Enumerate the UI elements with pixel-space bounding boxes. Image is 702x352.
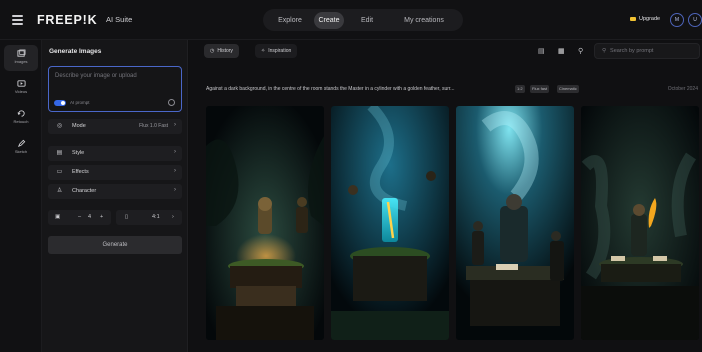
user-avatar[interactable]: U	[688, 13, 702, 27]
generated-image-2-art	[331, 106, 449, 340]
image-count-icon: ▣	[55, 214, 61, 220]
sparkle-icon: ✧	[261, 48, 266, 54]
prompt-text[interactable]: Against a dark background, in the centre…	[206, 86, 454, 92]
ai-prompt-label: AI prompt	[70, 100, 90, 105]
prompt-placeholder: Describe your image or upload	[55, 73, 137, 79]
image-count-stepper[interactable]: ▣ – 4 +	[48, 210, 111, 225]
search-placeholder: Search by prompt	[610, 48, 654, 54]
video-icon	[16, 80, 26, 87]
chevron-right-icon: ›	[174, 149, 176, 155]
image-stack-icon	[16, 49, 25, 57]
style-icon: ▤	[56, 150, 63, 156]
aspect-ratio-value: 4:1	[152, 214, 160, 220]
count-minus-button[interactable]: –	[78, 214, 81, 220]
generated-image-4-art	[581, 106, 699, 340]
upgrade-label: Upgrade	[639, 16, 661, 22]
aspect-ratio-selector[interactable]: ▯ 4:1 ›	[116, 210, 182, 225]
ai-suite-label: AI Suite	[106, 15, 133, 24]
history-icon: ◷	[210, 48, 215, 54]
rail-label: Sketch	[14, 149, 28, 154]
inspiration-label: Inspiration	[268, 48, 292, 54]
top-bar: FREEP!K AI Suite Explore Create Edit My …	[0, 0, 702, 40]
ai-prompt-toggle[interactable]	[54, 100, 66, 106]
history-tab[interactable]: ◷ History	[204, 44, 239, 58]
aspect-ratio-icon: ▯	[125, 214, 129, 220]
creation-date: October 2024	[667, 86, 698, 92]
menu-icon[interactable]	[12, 15, 23, 25]
upgrade-button[interactable]: Upgrade	[630, 16, 660, 22]
nav-edit[interactable]: Edit	[344, 12, 390, 29]
rail-label: Retouch	[13, 119, 29, 124]
generated-image-2[interactable]	[331, 106, 449, 340]
crown-icon	[630, 17, 636, 21]
filter-icon[interactable]: ⚲	[578, 47, 583, 55]
retouch-icon	[16, 110, 25, 117]
panel-title: Generate Images	[49, 48, 102, 55]
mode-label: Mode	[72, 123, 86, 129]
generated-image-1[interactable]	[206, 106, 324, 340]
ratio-tag: 1:2	[515, 85, 525, 93]
rail-item-retouch[interactable]: Retouch	[4, 105, 38, 131]
style-tag: Cinematic	[557, 85, 579, 93]
chevron-right-icon: ›	[172, 214, 174, 220]
inspiration-tab[interactable]: ✧ Inspiration	[255, 44, 298, 58]
rail-item-images[interactable]: Images	[4, 45, 38, 71]
prompt-input[interactable]: Describe your image or upload AI prompt	[48, 66, 182, 112]
effects-label: Effects	[72, 169, 89, 175]
generated-image-3[interactable]	[456, 106, 574, 340]
search-icon: ⚲	[602, 48, 607, 54]
style-label: Style	[72, 150, 85, 156]
chevron-right-icon: ›	[174, 122, 176, 128]
chevron-right-icon: ›	[174, 187, 176, 193]
main-nav: Explore Create Edit My creations	[263, 9, 463, 31]
rail-item-sketch[interactable]: Sketch	[4, 135, 38, 161]
history-label: History	[217, 48, 233, 54]
mode-value: Flux 1.0 Fast	[139, 123, 168, 129]
chevron-right-icon: ›	[174, 168, 176, 174]
rail-label: Videos	[14, 89, 28, 94]
upload-icon[interactable]	[168, 99, 175, 106]
generate-panel: Generate Images Describe your image or u…	[42, 40, 188, 352]
workspace-avatar[interactable]: M	[670, 13, 684, 27]
results-area: ◷ History ✧ Inspiration ▤ ▦ ⚲ ⚲ Search b…	[189, 40, 702, 352]
grid-view-icon[interactable]: ▦	[558, 47, 565, 55]
count-plus-button[interactable]: +	[100, 214, 103, 220]
nav-explore[interactable]: Explore	[266, 12, 314, 29]
pencil-icon	[17, 139, 25, 148]
freepik-logo[interactable]: FREEP!K	[37, 13, 97, 27]
character-selector[interactable]: ♙ Character ›	[48, 184, 182, 199]
search-input[interactable]: ⚲ Search by prompt	[594, 43, 700, 59]
nav-my-creations[interactable]: My creations	[390, 12, 458, 29]
rail-label: Images	[14, 59, 28, 64]
count-value: 4	[88, 214, 92, 220]
generated-image-1-art	[206, 106, 324, 340]
generated-image-3-art	[456, 106, 574, 340]
effects-icon: ▭	[56, 169, 63, 175]
character-label: Character	[72, 188, 97, 194]
mode-selector[interactable]: ◎ Mode Flux 1.0 Fast ›	[48, 119, 182, 134]
list-view-icon[interactable]: ▤	[538, 47, 545, 55]
mode-icon: ◎	[56, 123, 63, 129]
rail-item-videos[interactable]: Videos	[4, 75, 38, 101]
character-icon: ♙	[56, 188, 63, 194]
generate-button[interactable]: Generate	[48, 236, 182, 254]
nav-create[interactable]: Create	[314, 11, 344, 29]
model-tag: Flux fast	[530, 85, 550, 93]
effects-selector[interactable]: ▭ Effects ›	[48, 165, 182, 180]
generated-image-4[interactable]	[581, 106, 699, 340]
style-selector[interactable]: ▤ Style ›	[48, 146, 182, 161]
left-rail: Images Videos Retouch Sketch	[0, 40, 42, 352]
